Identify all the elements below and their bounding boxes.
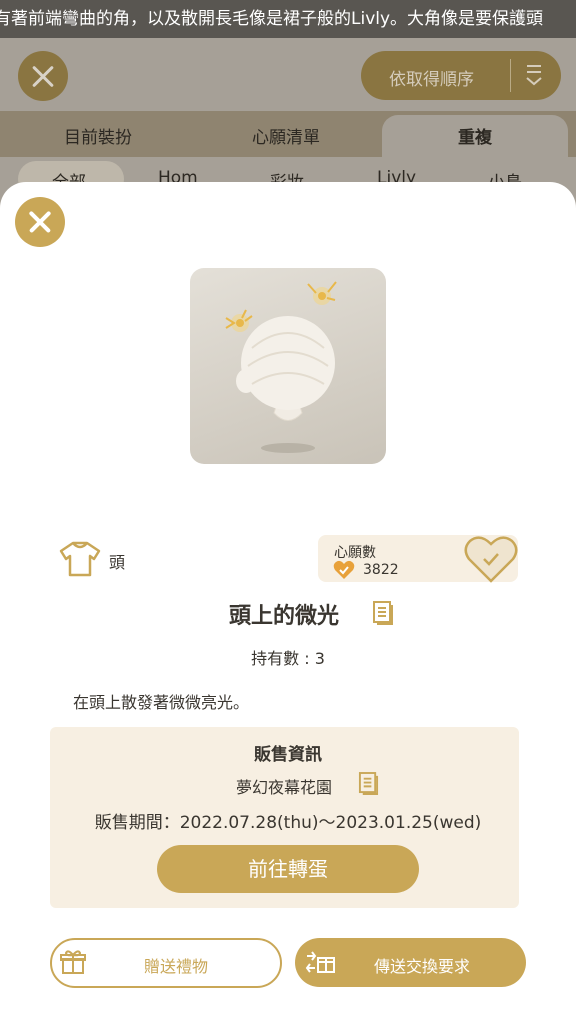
head-light-item-illustration: [225, 281, 337, 453]
send-gift-label: 贈送禮物: [144, 957, 209, 976]
background-tab-duplicates: 重複: [458, 128, 492, 148]
shirt-icon: [59, 541, 101, 577]
sale-period: 販售期間：2022.07.28(thu)～2023.01.25(wed): [94, 813, 482, 833]
category-label: 頭: [109, 553, 126, 572]
close-button[interactable]: [15, 197, 65, 247]
item-description: 在頭上散發著微微亮光。: [73, 693, 250, 712]
background-sort-label: 依取得順序: [389, 70, 474, 90]
owned-count: 持有數 : 3: [251, 649, 325, 668]
add-to-wishlist-button[interactable]: [462, 534, 520, 584]
background-tab-wishlist: 心願清單: [252, 128, 320, 148]
item-preview-image: [190, 268, 386, 464]
trade-icon: [305, 951, 335, 973]
sale-document-icon[interactable]: [358, 771, 379, 796]
go-to-gacha-button[interactable]: 前往轉蛋: [157, 845, 419, 893]
item-name-row: 頭上的微光: [0, 598, 576, 630]
background-tab-bar: 目前裝扮 心願清單 重複: [0, 111, 576, 157]
heart-icon: [333, 560, 355, 579]
item-name: 頭上的微光: [228, 604, 339, 629]
sale-info-title: 販售資訊: [254, 745, 322, 765]
background-sort-button: 依取得順序: [361, 51, 561, 100]
document-icon[interactable]: [372, 600, 394, 626]
wishlist-count-value: 3822: [363, 562, 399, 578]
marquee-text: 有著前端彎曲的角，以及散開長毛像是裙子般的Livly。大角像是要保護頭: [0, 9, 544, 29]
background-tab-outfit: 目前裝扮: [64, 128, 132, 148]
description-marquee: 有著前端彎曲的角，以及散開長毛像是裙子般的Livly。大角像是要保護頭: [0, 0, 576, 38]
background-close-icon: [18, 51, 68, 101]
trade-request-label: 傳送交換要求: [374, 957, 471, 976]
gift-icon: [60, 950, 86, 974]
wishlist-count-label: 心願數: [334, 545, 376, 561]
sort-icon: [526, 65, 542, 86]
sale-place: 夢幻夜幕花園: [236, 778, 333, 797]
sort-divider: [510, 59, 511, 92]
